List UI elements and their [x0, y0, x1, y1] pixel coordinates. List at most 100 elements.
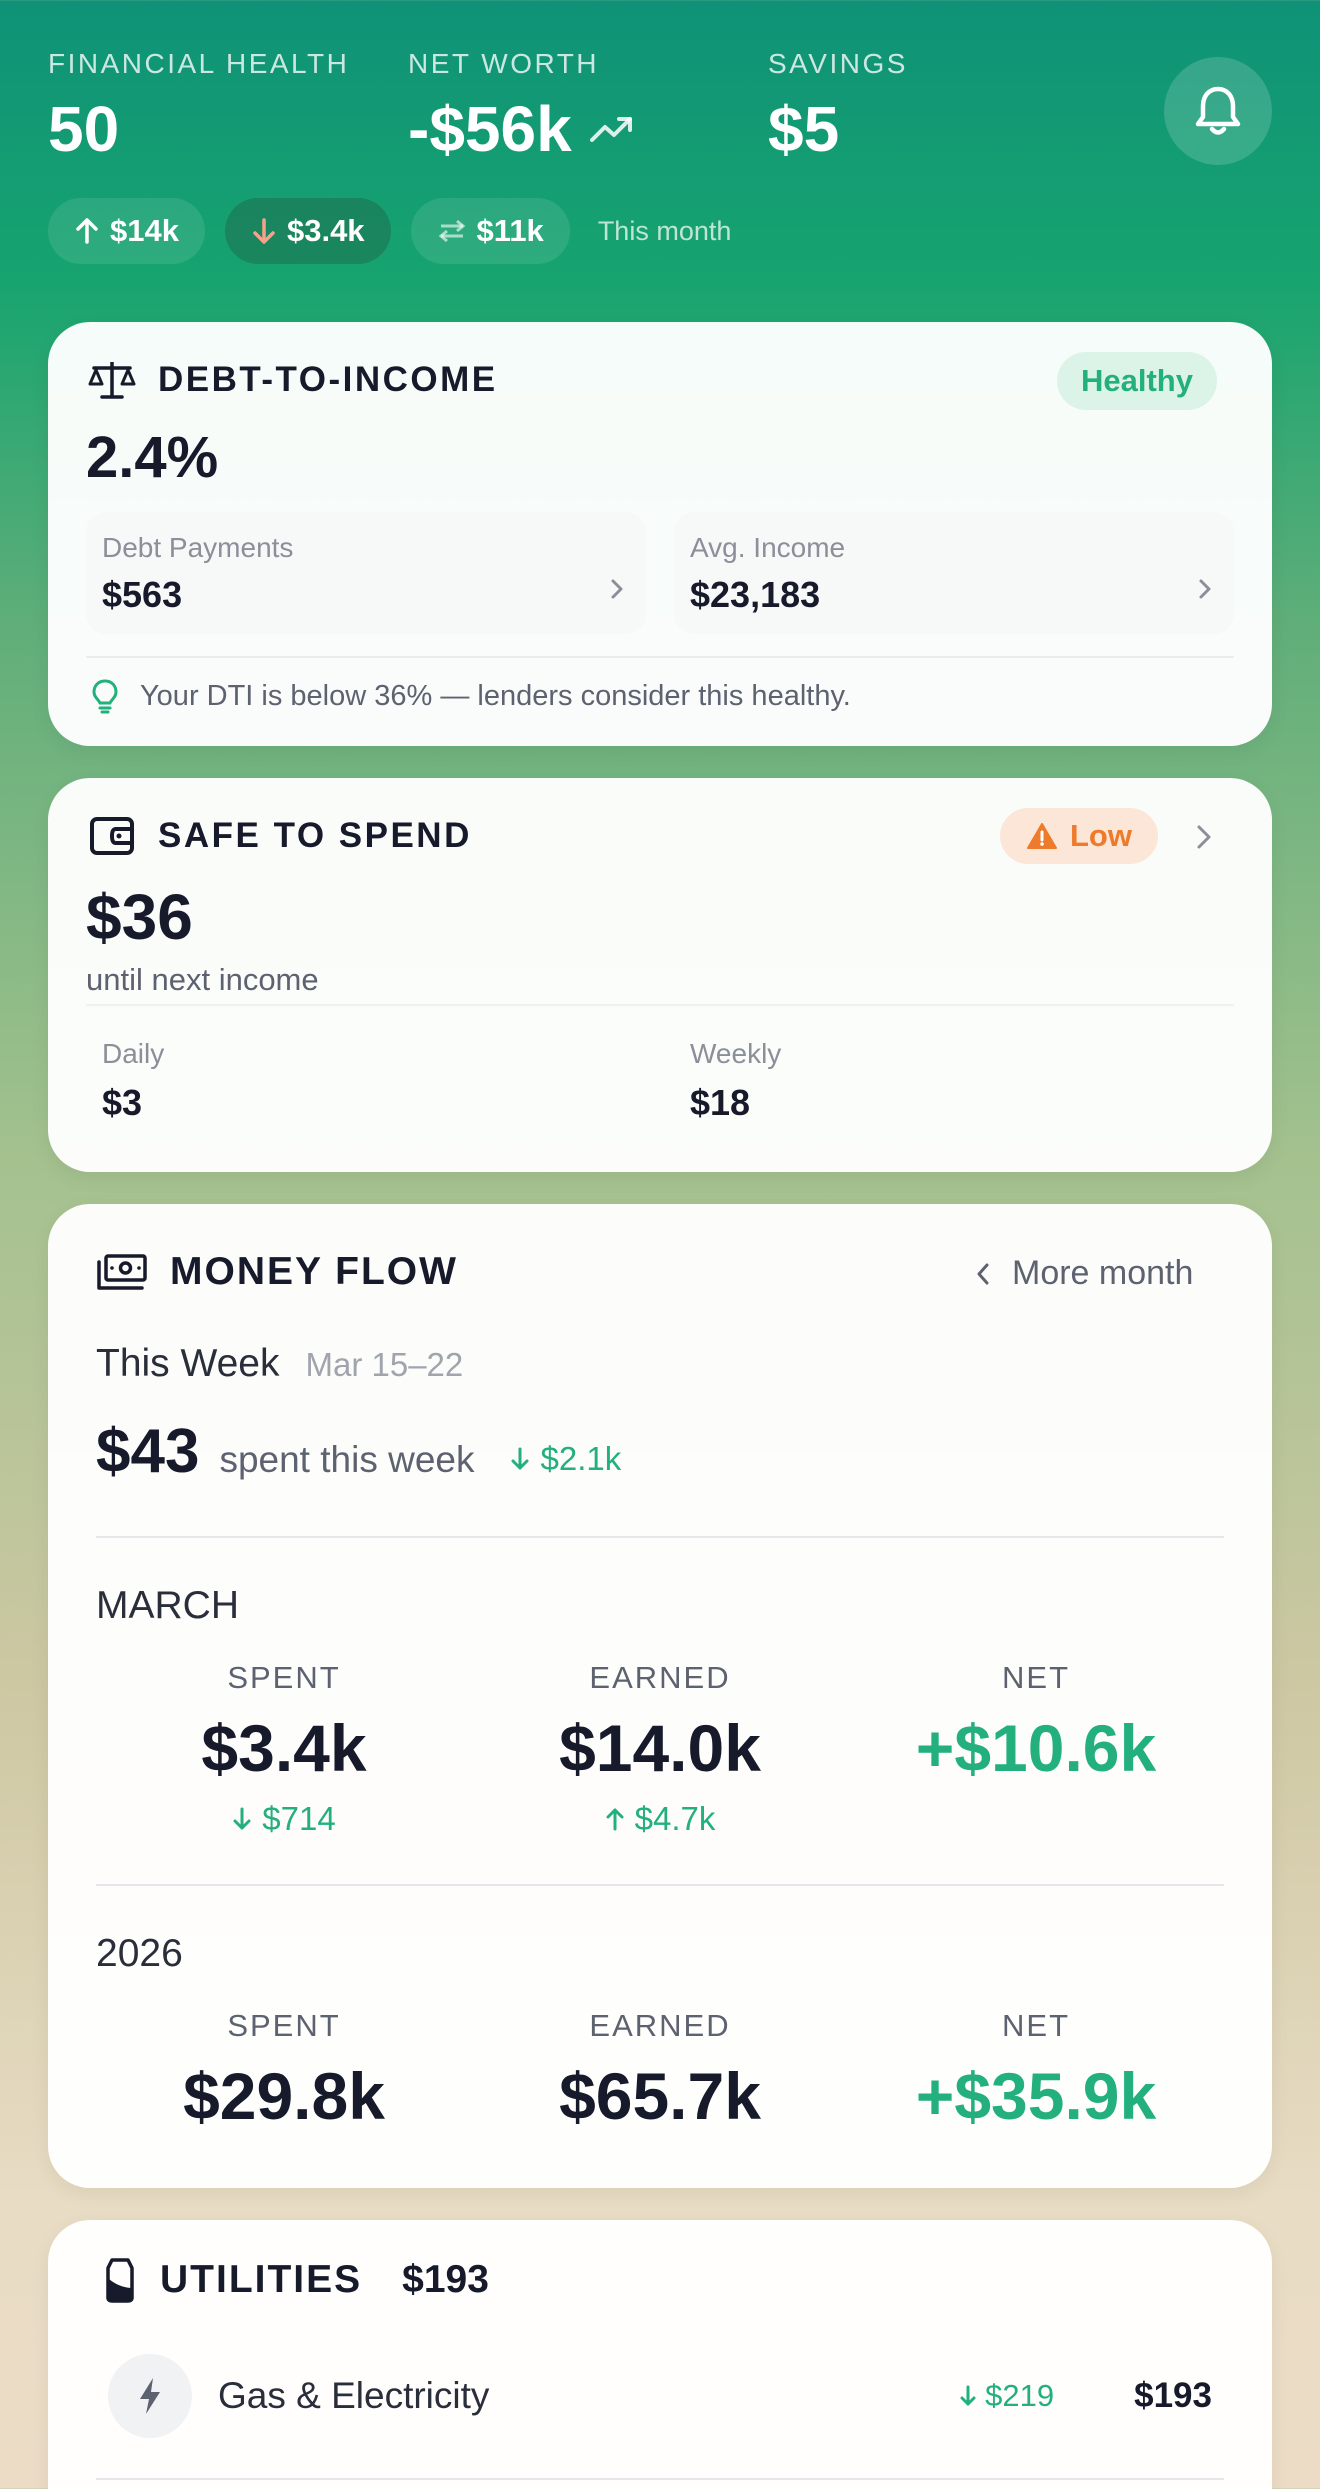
utility-change: $219 [959, 2378, 1054, 2414]
year-earned[interactable]: EARNED $65.7k [472, 2008, 848, 2134]
summary-header: FINANCIAL HEALTH 50 NET WORTH -$56k SAVI… [0, 0, 1320, 300]
avg-income-label: Avg. Income [690, 532, 846, 563]
week-change: $2.1k [510, 1440, 621, 1478]
debt-payments-value: $563 [102, 574, 183, 615]
chevron-left-icon [976, 1262, 990, 1286]
utilities-title: UTILITIES $193 [102, 2256, 489, 2304]
arrow-down-icon [251, 217, 277, 245]
lightbulb-icon [92, 678, 118, 714]
transfer-chip[interactable]: $11k [410, 198, 570, 264]
financial-health-label: FINANCIAL HEALTH [48, 48, 350, 79]
chevron-right-icon[interactable] [1196, 824, 1212, 850]
warning-icon [1026, 822, 1058, 850]
bell-icon [1193, 84, 1243, 138]
avg-income-tile[interactable]: Avg. Income $23,183 [674, 512, 1234, 634]
notifications-button[interactable] [1164, 57, 1272, 165]
year-spent[interactable]: SPENT $29.8k [96, 2008, 472, 2134]
debt-payments-tile[interactable]: Debt Payments $563 [86, 512, 646, 634]
year-net-value: +$35.9k [915, 2059, 1157, 2133]
savings-stat[interactable]: SAVINGS $5 [768, 48, 908, 166]
week-range: Mar 15–22 [305, 1346, 464, 1383]
lightning-icon [137, 2376, 163, 2416]
money-flow-card: MONEY FLOW More month This Week Mar 15–2… [48, 1204, 1272, 2188]
savings-value: $5 [768, 93, 840, 165]
daily-allowance: Daily $3 [102, 1038, 164, 1124]
utilities-total: $193 [402, 2258, 489, 2301]
wallet-icon [88, 814, 136, 858]
utilities-divider [96, 2478, 1224, 2480]
month-label: MARCH [96, 1584, 239, 1627]
year-label: 2026 [96, 1932, 183, 1975]
net-worth-stat[interactable]: NET WORTH -$56k [408, 48, 634, 166]
weekly-value: $18 [690, 1082, 751, 1123]
utility-name: Gas & Electricity [218, 2375, 490, 2416]
dti-tip: Your DTI is below 36% — lenders consider… [92, 678, 851, 714]
scale-icon [88, 358, 136, 402]
month-net-value: +$10.6k [915, 1711, 1157, 1785]
arrow-down-icon [510, 1446, 530, 1472]
month-spent-change: $714 [96, 1800, 472, 1838]
week-summary: $43 spent this week $2.1k [96, 1416, 621, 1487]
week-amount: $43 [96, 1417, 200, 1486]
safe-to-spend-divider [86, 1004, 1234, 1006]
income-chip[interactable]: $14k [48, 198, 205, 264]
month-earned-label: EARNED [589, 1660, 731, 1695]
month-spent-value: $3.4k [201, 1711, 367, 1785]
utilities-card: UTILITIES $193 Gas & Electricity $219 $1… [48, 2220, 1272, 2489]
utility-row[interactable]: Gas & Electricity $219 $193 [108, 2352, 1212, 2440]
month-net-label: NET [1002, 1660, 1070, 1695]
month-earned[interactable]: EARNED $14.0k $4.7k [472, 1660, 848, 1838]
weekly-allowance: Weekly $18 [690, 1038, 781, 1124]
debt-payments-label: Debt Payments [102, 532, 294, 563]
month-spent[interactable]: SPENT $3.4k $714 [96, 1660, 472, 1838]
year-spent-label: SPENT [227, 2008, 341, 2043]
savings-label: SAVINGS [768, 48, 908, 79]
year-net[interactable]: NET +$35.9k [848, 2008, 1224, 2134]
daily-value: $3 [102, 1082, 143, 1123]
month-earned-value: $14.0k [559, 1711, 761, 1785]
dti-value: 2.4% [86, 425, 219, 490]
utility-icon-circle [108, 2354, 192, 2438]
arrow-up-icon [605, 1806, 625, 1832]
arrow-down-icon [232, 1806, 252, 1832]
safe-to-spend-value: $36 [86, 881, 193, 953]
week-header: This Week Mar 15–22 [96, 1342, 463, 1386]
year-net-label: NET [1002, 2008, 1070, 2043]
safe-to-spend-status-badge: Low [1000, 808, 1158, 864]
financial-health-value: 50 [48, 93, 120, 165]
year-earned-value: $65.7k [559, 2059, 761, 2133]
weekly-label: Weekly [690, 1038, 782, 1069]
month-earned-change: $4.7k [472, 1800, 848, 1838]
financial-health-stat[interactable]: FINANCIAL HEALTH 50 [48, 48, 349, 166]
money-flow-title: MONEY FLOW [96, 1250, 458, 1294]
chevron-right-icon [610, 578, 624, 600]
monthly-flow-chips: $14k $3.4k $11k This month [48, 198, 731, 264]
month-stats: SPENT $3.4k $714 EARNED $14.0k $4.7k NET… [96, 1660, 1224, 1838]
safe-to-spend-card[interactable]: SAFE TO SPEND Low $36 until next income … [48, 778, 1272, 1172]
transfer-icon [437, 218, 467, 244]
safe-to-spend-title: SAFE TO SPEND [88, 814, 472, 858]
dti-status-badge: Healthy [1057, 352, 1217, 410]
month-spent-label: SPENT [227, 1660, 341, 1695]
safe-to-spend-caption: until next income [86, 962, 319, 997]
expense-chip[interactable]: $3.4k [224, 198, 391, 264]
net-worth-value: -$56k [408, 92, 634, 166]
debt-to-income-card[interactable]: DEBT-TO-INCOME Healthy 2.4% Debt Payment… [48, 322, 1272, 746]
arrow-down-icon [959, 2384, 977, 2408]
week-label: This Week [96, 1342, 280, 1385]
utility-amount: $193 [1134, 2376, 1212, 2415]
arrow-up-icon [74, 217, 100, 245]
more-month-link[interactable]: More month [976, 1254, 1193, 1293]
year-earned-label: EARNED [589, 2008, 731, 2043]
dti-divider [86, 656, 1234, 658]
month-net[interactable]: NET +$10.6k [848, 1660, 1224, 1838]
year-stats: SPENT $29.8k EARNED $65.7k NET +$35.9k [96, 2008, 1224, 2134]
canister-icon [102, 2256, 138, 2304]
daily-label: Daily [102, 1038, 165, 1069]
period-note: This month [597, 215, 732, 246]
income-chip-value: $14k [110, 213, 179, 248]
trending-up-icon [589, 114, 634, 144]
year-spent-value: $29.8k [183, 2059, 385, 2133]
avg-income-value: $23,183 [690, 574, 821, 615]
money-flow-divider [96, 1884, 1224, 1886]
